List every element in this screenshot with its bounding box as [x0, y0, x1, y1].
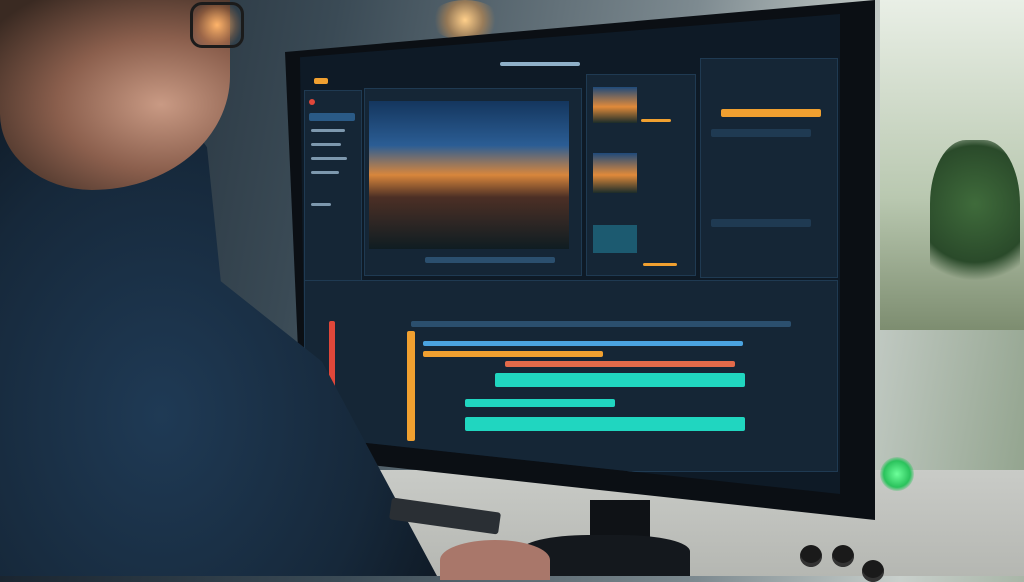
media-thumbnail[interactable]	[593, 87, 637, 123]
sidebar-item[interactable]	[311, 143, 341, 146]
property-field[interactable]	[711, 219, 811, 227]
media-thumbnail[interactable]	[593, 153, 637, 193]
knob	[800, 545, 822, 567]
track-clip[interactable]	[495, 373, 745, 387]
video-preview[interactable]	[369, 101, 569, 249]
logo-icon	[314, 78, 328, 84]
progress	[643, 263, 677, 266]
media-thumbnail[interactable]	[593, 225, 637, 253]
sidebar-item[interactable]	[311, 129, 345, 132]
properties-panel	[700, 58, 838, 278]
sidebar-item[interactable]	[311, 203, 331, 206]
window-title	[500, 62, 580, 66]
record-icon[interactable]	[309, 99, 315, 105]
status-light	[880, 457, 914, 491]
plant	[930, 140, 1020, 300]
playback-controls[interactable]	[425, 257, 555, 263]
knob	[832, 545, 854, 567]
hand	[440, 540, 550, 580]
sidebar-item-active[interactable]	[309, 113, 355, 121]
track-clip[interactable]	[465, 399, 615, 407]
track-clip[interactable]	[505, 361, 735, 367]
selected-property[interactable]	[721, 109, 821, 117]
media-panel	[586, 74, 696, 276]
sidebar-item[interactable]	[311, 157, 347, 160]
video-editor-screen	[300, 14, 840, 494]
preview-panel	[364, 88, 582, 276]
left-sidebar	[304, 90, 362, 282]
knob	[862, 560, 884, 582]
track-clip[interactable]	[423, 351, 603, 357]
track-clip[interactable]	[423, 341, 743, 346]
sidebar-item[interactable]	[311, 171, 339, 174]
property-field[interactable]	[711, 129, 811, 137]
track-headers	[407, 331, 415, 441]
track-clip[interactable]	[465, 417, 745, 431]
timeline-panel	[304, 280, 838, 472]
progress	[641, 119, 671, 122]
timeline-ruler[interactable]	[411, 321, 791, 327]
glasses	[190, 2, 244, 48]
